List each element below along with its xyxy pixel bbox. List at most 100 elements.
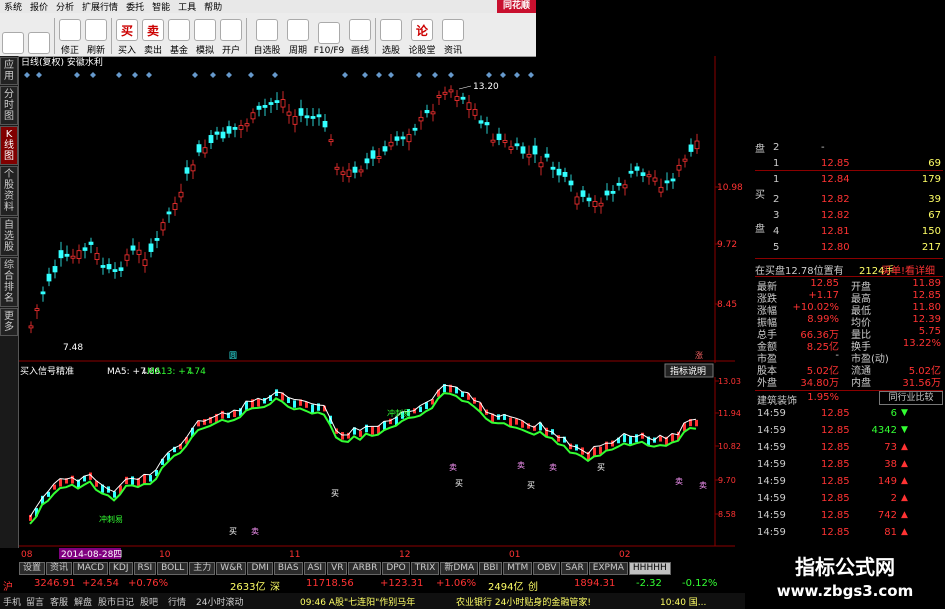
menu-item[interactable]: 分析 bbox=[52, 0, 78, 13]
status-item[interactable]: 09:46 A股"七连阳"作别马年 bbox=[300, 595, 415, 608]
toolbar-button[interactable]: 卖卖出 bbox=[141, 15, 165, 56]
indicator-tab[interactable]: 主力 bbox=[189, 562, 216, 575]
left-tab[interactable]: 个股资料 bbox=[0, 166, 18, 216]
sector-compare-button[interactable]: 同行业比较 bbox=[879, 391, 943, 405]
toolbar-separator bbox=[375, 18, 376, 54]
indicator-tab[interactable]: OBV bbox=[533, 562, 561, 575]
candle bbox=[226, 126, 232, 134]
toolbar-button[interactable]: 自选股 bbox=[250, 15, 284, 56]
toolbar-button[interactable]: 资讯 bbox=[441, 15, 465, 56]
quote-cell: 5 bbox=[773, 242, 780, 253]
candle bbox=[538, 162, 544, 168]
forum-icon: 论 bbox=[411, 19, 433, 41]
toolbar-button[interactable]: F10/F9 bbox=[312, 15, 346, 56]
back-arrow-icon bbox=[28, 32, 50, 54]
menu-item[interactable]: 报价 bbox=[26, 0, 52, 13]
indicator-tab[interactable]: BIAS bbox=[273, 562, 303, 575]
candle bbox=[382, 146, 388, 152]
indicator-tab[interactable]: 设置 bbox=[19, 562, 46, 575]
quote-cell: 149 bbox=[877, 476, 897, 487]
toolbar-button[interactable]: 论论股堂 bbox=[405, 15, 439, 56]
toolbar-button[interactable]: 开户 bbox=[219, 15, 243, 56]
indicator-tab[interactable]: DPO bbox=[382, 562, 410, 575]
quote-row: 14:59 12.85 6 ▼ bbox=[755, 408, 943, 422]
left-tab[interactable]: 更多 bbox=[0, 308, 18, 336]
ma13-line bbox=[29, 392, 697, 525]
left-tab[interactable]: K线图 bbox=[0, 126, 18, 165]
indicator-tab[interactable]: 资讯 bbox=[46, 562, 73, 575]
menu-item[interactable]: 系统 bbox=[0, 0, 26, 13]
menu-item[interactable]: 工具 bbox=[174, 0, 200, 13]
status-item[interactable]: 股市日记 bbox=[98, 595, 134, 608]
candle bbox=[592, 201, 598, 207]
kline-chart[interactable]: 10.98 9.72 8.45 日线(复权) 安徽水利 13.20 7.48 圆 涨… bbox=[19, 56, 755, 560]
account-icon bbox=[220, 19, 242, 41]
quote-cell: - bbox=[821, 142, 825, 153]
indicator-tab[interactable]: VR bbox=[327, 562, 348, 575]
indicator-tab[interactable]: DMI bbox=[247, 562, 273, 575]
indicator-tab[interactable]: SAR bbox=[561, 562, 588, 575]
toolbar-button[interactable]: 画线 bbox=[348, 15, 372, 56]
indicator-tab[interactable]: EXPMA bbox=[588, 562, 628, 575]
indicator-tab[interactable]: MACD bbox=[73, 562, 109, 575]
quote-cell: 买 bbox=[755, 190, 765, 201]
quote-cell: +10.02% bbox=[792, 302, 839, 313]
quote-cell: 12.85 bbox=[821, 459, 850, 470]
indicator-tab[interactable]: ARBR bbox=[348, 562, 382, 575]
toolbar-button[interactable]: 模拟 bbox=[193, 15, 217, 56]
indicator-tab[interactable]: KDJ bbox=[109, 562, 133, 575]
toolbar-button-label: 资讯 bbox=[443, 46, 462, 56]
status-item[interactable]: 留言 bbox=[26, 595, 44, 608]
toolbar-button[interactable]: 基金 bbox=[167, 15, 191, 56]
left-tab[interactable]: 应用 bbox=[0, 57, 18, 85]
status-item[interactable]: 10:40 国... bbox=[660, 595, 706, 608]
quote-cell: 12.85 bbox=[821, 158, 850, 169]
candle bbox=[274, 100, 280, 104]
status-item[interactable]: 股吧 bbox=[140, 595, 158, 608]
toolbar-button[interactable]: 修正 bbox=[58, 15, 82, 56]
status-item[interactable]: 解盘 bbox=[74, 595, 92, 608]
status-item[interactable]: 农业银行 24小时贴身的金融管家! bbox=[456, 595, 591, 608]
toolbar-button[interactable]: 刷新 bbox=[84, 15, 108, 56]
menu-item[interactable]: 智能 bbox=[148, 0, 174, 13]
status-item[interactable]: 客服 bbox=[50, 595, 68, 608]
toolbar-button[interactable] bbox=[1, 15, 25, 56]
indicator-tab[interactable]: TRIX bbox=[410, 562, 440, 575]
indicator-tab[interactable]: 新DMA bbox=[440, 562, 479, 575]
quote-row: 14:59 12.85 742 ▲ bbox=[755, 510, 943, 524]
left-tab[interactable]: 综合排名 bbox=[0, 257, 18, 307]
indicator-tab[interactable]: ASI bbox=[303, 562, 327, 575]
quote-cell: 1 bbox=[773, 174, 780, 185]
event-diamond bbox=[416, 72, 422, 78]
ind-label: 11.94 bbox=[718, 409, 741, 418]
ind-bar bbox=[53, 484, 56, 490]
indicator-tab[interactable]: HHHHH bbox=[628, 562, 671, 575]
status-item[interactable]: 24小时滚动 bbox=[196, 595, 243, 608]
toolbar-button[interactable]: 周期 bbox=[286, 15, 310, 56]
indicator-tab[interactable]: BOLL bbox=[157, 562, 189, 575]
quote-row: 14:59 12.85 81 ▲ bbox=[755, 527, 943, 541]
toolbar-button-label: 周期 bbox=[288, 46, 307, 56]
candle bbox=[682, 158, 688, 162]
indicator-tab[interactable]: W&R bbox=[216, 562, 247, 575]
index-value: +123.31 bbox=[380, 578, 424, 589]
status-item[interactable]: 手机 bbox=[3, 595, 21, 608]
candle bbox=[664, 180, 670, 184]
left-tab[interactable]: 自选股 bbox=[0, 217, 18, 256]
event-diamond bbox=[74, 72, 80, 78]
toolbar-button[interactable] bbox=[27, 15, 51, 56]
toolbar-button[interactable]: 选股 bbox=[379, 15, 403, 56]
candle bbox=[304, 115, 310, 119]
status-item[interactable]: 行情 bbox=[168, 595, 186, 608]
indicator-tab[interactable]: RSI bbox=[133, 562, 157, 575]
indicator-tab[interactable]: MTM bbox=[503, 562, 533, 575]
ind-bar bbox=[203, 419, 206, 425]
candle bbox=[574, 196, 580, 205]
menu-item[interactable]: 委托 bbox=[122, 0, 148, 13]
toolbar-button[interactable]: 买买入 bbox=[115, 15, 139, 56]
indicator-tab[interactable]: BBI bbox=[479, 562, 503, 575]
menu-item[interactable]: 扩展行情 bbox=[78, 0, 122, 13]
left-tab[interactable]: 分时图 bbox=[0, 86, 18, 125]
menu-item[interactable]: 帮助 bbox=[200, 0, 226, 13]
candle bbox=[484, 122, 490, 126]
